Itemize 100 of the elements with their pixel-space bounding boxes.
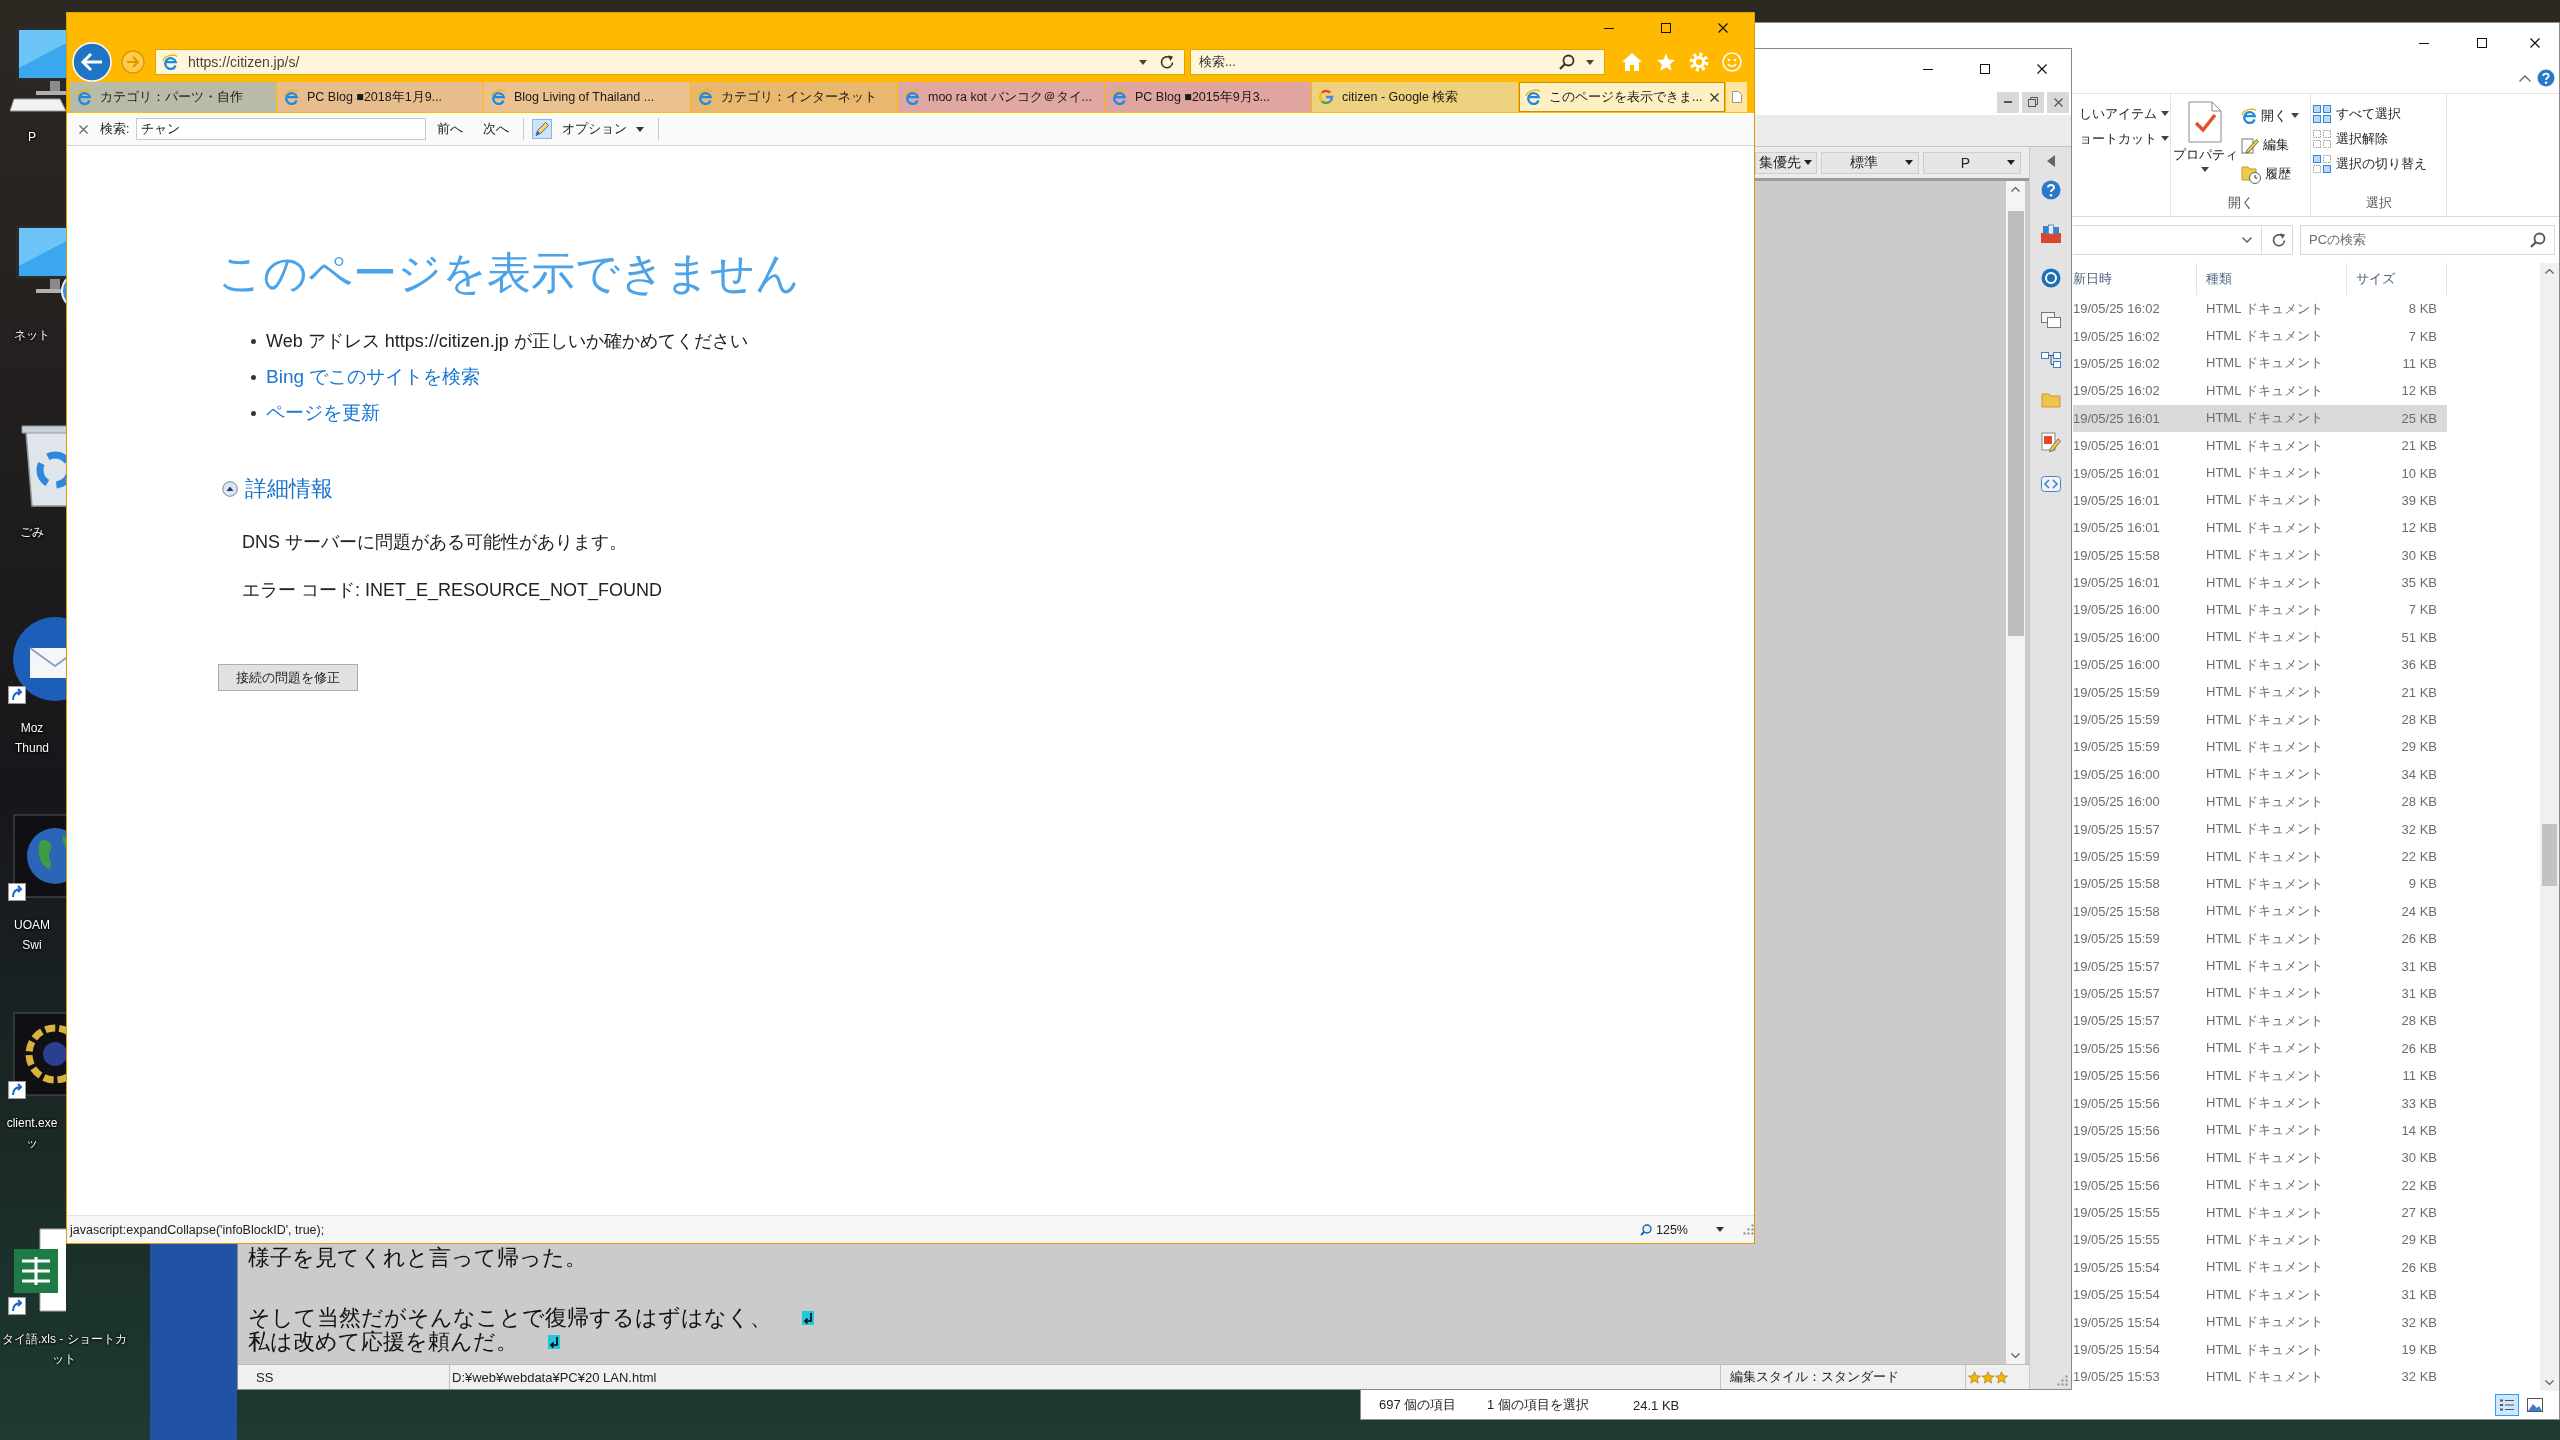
scroll-up-icon[interactable] bbox=[2011, 187, 2020, 192]
page-link[interactable]: ページを更新 bbox=[266, 400, 380, 426]
column-header[interactable]: 新日時 bbox=[2073, 263, 2197, 295]
file-row[interactable]: 19/05/25 16:01 HTML ドキュメント 35 KB bbox=[2073, 568, 2447, 597]
file-row[interactable]: 19/05/25 15:56 HTML ドキュメント 30 KB bbox=[2073, 1144, 2447, 1172]
file-row[interactable]: 19/05/25 16:02 HTML ドキュメント 7 KB bbox=[2073, 322, 2447, 350]
browser-tab[interactable]: moo ra kot バンコク＠タイ... bbox=[898, 82, 1104, 112]
zoom-button[interactable]: 125% bbox=[1640, 1222, 1688, 1237]
tree-icon[interactable] bbox=[2040, 352, 2061, 368]
options-menu-button[interactable]: オプション bbox=[562, 120, 645, 138]
file-row[interactable]: 19/05/25 15:58 HTML ドキュメント 24 KB bbox=[2073, 897, 2447, 925]
scrollbar-track[interactable] bbox=[2540, 263, 2559, 1391]
file-row[interactable]: 19/05/25 15:57 HTML ドキュメント 31 KB bbox=[2073, 979, 2447, 1008]
file-row[interactable]: 19/05/25 15:59 HTML ドキュメント 28 KB bbox=[2073, 705, 2447, 734]
browser-tab[interactable]: citizen - Google 検索 bbox=[1312, 82, 1518, 112]
refresh-icon[interactable] bbox=[2271, 232, 2287, 248]
maximize-icon[interactable] bbox=[1660, 23, 1671, 33]
boxes-icon[interactable] bbox=[2039, 224, 2062, 244]
file-row[interactable]: 19/05/25 16:00 HTML ドキュメント 7 KB bbox=[2073, 596, 2447, 624]
address-field[interactable]: https://citizen.jp/s/ bbox=[155, 49, 1185, 75]
search-icon[interactable] bbox=[1559, 54, 1575, 70]
file-row[interactable]: 19/05/25 15:58 HTML ドキュメント 30 KB bbox=[2073, 541, 2447, 569]
minimize-icon[interactable] bbox=[1603, 27, 1614, 29]
style-dropdown[interactable]: 標準 bbox=[1821, 151, 1919, 174]
browser-tab[interactable]: カテゴリ：パーツ・自作 bbox=[70, 82, 276, 112]
search-icon[interactable] bbox=[2530, 232, 2546, 248]
chevron-down-icon[interactable] bbox=[2242, 237, 2252, 243]
file-row[interactable]: 19/05/25 16:00 HTML ドキュメント 28 KB bbox=[2073, 788, 2447, 816]
column-header[interactable]: サイズ bbox=[2347, 263, 2447, 295]
caret-down-icon[interactable] bbox=[1586, 59, 1594, 65]
details-link[interactable]: 詳細情報 bbox=[245, 474, 333, 504]
file-row[interactable]: 19/05/25 15:56 HTML ドキュメント 26 KB bbox=[2073, 1034, 2447, 1062]
page-link[interactable]: Bing でこのサイトを検索 bbox=[266, 364, 481, 390]
file-row[interactable]: 19/05/25 16:00 HTML ドキュメント 36 KB bbox=[2073, 651, 2447, 679]
minimize-button[interactable] bbox=[1997, 91, 2019, 113]
file-row[interactable]: 19/05/25 16:01 HTML ドキュメント 10 KB bbox=[2073, 459, 2447, 487]
file-row[interactable]: 19/05/25 15:55 HTML ドキュメント 29 KB bbox=[2073, 1226, 2447, 1254]
ribbon-menu-button[interactable]: しいアイテム bbox=[2079, 101, 2170, 126]
ribbon-button[interactable]: すべて選択 bbox=[2313, 101, 2446, 126]
scroll-up-icon[interactable] bbox=[2545, 269, 2554, 274]
file-row[interactable]: 19/05/25 16:00 HTML ドキュメント 51 KB bbox=[2073, 623, 2447, 652]
ribbon-button[interactable]: 選択解除 bbox=[2313, 126, 2446, 151]
ribbon-button[interactable]: 開く bbox=[2241, 101, 2299, 130]
ribbon-button[interactable]: 履歴 bbox=[2241, 159, 2299, 188]
file-row[interactable]: 19/05/25 15:54 HTML ドキュメント 31 KB bbox=[2073, 1281, 2447, 1309]
resize-grip-icon[interactable] bbox=[1743, 1224, 1754, 1235]
search-field[interactable]: PCの検索 bbox=[2300, 225, 2555, 255]
browser-tab[interactable]: このページを表示できま... bbox=[1519, 82, 1725, 112]
globe-icon[interactable] bbox=[10, 811, 66, 901]
caret-down-icon[interactable] bbox=[1716, 1227, 1724, 1232]
close-icon[interactable] bbox=[2036, 64, 2047, 74]
close-icon[interactable] bbox=[1717, 23, 1728, 33]
address-field[interactable] bbox=[2073, 225, 2293, 255]
restore-button[interactable] bbox=[2022, 91, 2044, 113]
previous-button[interactable]: 前へ bbox=[437, 120, 464, 138]
highlighter-icon[interactable] bbox=[532, 119, 553, 139]
file-row[interactable]: 19/05/25 15:58 HTML ドキュメント 9 KB bbox=[2073, 870, 2447, 898]
scroll-down-icon[interactable] bbox=[2545, 1380, 2554, 1385]
file-row[interactable]: 19/05/25 16:01 HTML ドキュメント 25 KB bbox=[2073, 404, 2447, 432]
file-row[interactable]: 19/05/25 16:01 HTML ドキュメント 21 KB bbox=[2073, 431, 2447, 460]
close-icon[interactable] bbox=[2530, 38, 2540, 48]
file-row[interactable]: 19/05/25 15:54 HTML ドキュメント 32 KB bbox=[2073, 1308, 2447, 1336]
browser-tab[interactable]: カテゴリ：インターネット bbox=[691, 82, 897, 112]
browser-tab[interactable]: PC Blog ■2015年9月3... bbox=[1105, 82, 1311, 112]
file-row[interactable]: 19/05/25 16:01 HTML ドキュメント 12 KB bbox=[2073, 514, 2447, 542]
pen-page-icon[interactable] bbox=[2040, 432, 2061, 452]
chevron-up-icon[interactable] bbox=[2519, 74, 2531, 82]
file-row[interactable]: 19/05/25 15:56 HTML ドキュメント 14 KB bbox=[2073, 1116, 2447, 1145]
disc-icon[interactable] bbox=[2040, 268, 2061, 288]
windows-icon[interactable] bbox=[2040, 312, 2061, 328]
close-button[interactable] bbox=[2047, 91, 2069, 113]
file-row[interactable]: 19/05/25 16:02 HTML ドキュメント 12 KB bbox=[2073, 377, 2447, 405]
ring-icon[interactable] bbox=[10, 1009, 66, 1099]
scrollbar-thumb[interactable] bbox=[2542, 824, 2557, 886]
search-field[interactable]: 検索... bbox=[1190, 49, 1605, 75]
caret-down-icon[interactable] bbox=[1139, 59, 1147, 65]
file-row[interactable]: 19/05/25 15:54 HTML ドキュメント 19 KB bbox=[2073, 1335, 2447, 1364]
file-row[interactable]: 19/05/25 15:56 HTML ドキュメント 22 KB bbox=[2073, 1171, 2447, 1199]
maximize-icon[interactable] bbox=[1979, 64, 1990, 74]
help-icon[interactable] bbox=[2537, 69, 2555, 87]
file-row[interactable]: 19/05/25 16:02 HTML ドキュメント 8 KB bbox=[2073, 295, 2447, 323]
file-row[interactable]: 19/05/25 15:59 HTML ドキュメント 26 KB bbox=[2073, 925, 2447, 953]
file-row[interactable]: 19/05/25 15:57 HTML ドキュメント 28 KB bbox=[2073, 1007, 2447, 1035]
ribbon-button[interactable]: 選択の切り替え bbox=[2313, 151, 2446, 176]
find-field[interactable]: チャン bbox=[136, 118, 427, 140]
help-icon[interactable] bbox=[2040, 180, 2061, 200]
code-icon[interactable] bbox=[2040, 476, 2061, 492]
file-row[interactable]: 19/05/25 15:57 HTML ドキュメント 31 KB bbox=[2073, 952, 2447, 980]
file-row[interactable]: 19/05/25 16:00 HTML ドキュメント 34 KB bbox=[2073, 760, 2447, 789]
scrollbar-thumb[interactable] bbox=[2007, 211, 2024, 636]
minimize-icon[interactable] bbox=[1922, 68, 1933, 70]
list-view-icon[interactable] bbox=[2495, 1394, 2519, 1416]
refresh-icon[interactable] bbox=[1159, 54, 1175, 70]
file-row[interactable]: 19/05/25 15:55 HTML ドキュメント 27 KB bbox=[2073, 1198, 2447, 1227]
file-row[interactable]: 19/05/25 16:02 HTML ドキュメント 11 KB bbox=[2073, 349, 2447, 378]
resize-grip-icon[interactable] bbox=[2057, 1375, 2068, 1386]
next-button[interactable]: 次へ bbox=[483, 120, 510, 138]
style-dropdown[interactable]: 集優先 bbox=[1755, 151, 1817, 174]
file-row[interactable]: 19/05/25 15:59 HTML ドキュメント 29 KB bbox=[2073, 733, 2447, 761]
collapse-icon[interactable] bbox=[222, 481, 238, 497]
